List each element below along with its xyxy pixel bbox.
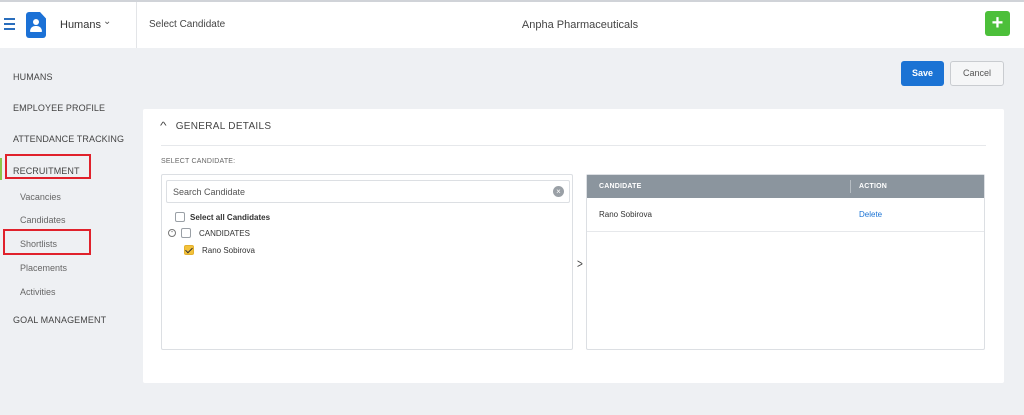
sidebar-item-attendance-tracking[interactable]: ATTENDANCE TRACKING: [13, 134, 124, 144]
company-name: Anpha Pharmaceuticals: [521, 19, 639, 31]
candidate-checkbox[interactable]: [184, 245, 194, 255]
select-candidate-label: SELECT CANDIDATE:: [161, 158, 236, 165]
sidebar-subitem-placements[interactable]: Placements: [20, 263, 67, 273]
sidebar-item-goal-management[interactable]: GOAL MANAGEMENT: [13, 315, 106, 325]
table-row: Rano Sobirova Delete: [587, 198, 984, 232]
delete-link[interactable]: Delete: [859, 210, 882, 219]
app-logo-icon: [26, 12, 46, 38]
top-bar: Humans ⌄ Select Candidate Anpha Pharmace…: [0, 0, 1024, 48]
active-nav-indicator: [0, 158, 2, 180]
candidate-name: Rano Sobirova: [202, 246, 255, 255]
section-title: GENERAL DETAILS: [175, 121, 272, 132]
sidebar: HUMANS EMPLOYEE PROFILE ATTENDANCE TRACK…: [0, 48, 136, 415]
column-header-action: ACTION: [859, 183, 888, 190]
column-separator: [850, 180, 851, 193]
save-button[interactable]: Save: [901, 61, 944, 86]
collapse-icon[interactable]: -: [168, 229, 176, 237]
highlight-box-recruitment: [5, 154, 91, 179]
row-candidate-name: Rano Sobirova: [599, 210, 652, 219]
sidebar-item-employee-profile[interactable]: EMPLOYEE PROFILE: [13, 103, 105, 113]
candidate-picker: × Select all Candidates - CANDIDATES Ran…: [161, 174, 573, 350]
add-button[interactable]: +: [985, 11, 1010, 36]
clear-icon[interactable]: ×: [553, 186, 564, 197]
select-all-checkbox[interactable]: [175, 212, 185, 222]
highlight-box-shortlists: [3, 229, 91, 255]
selected-candidates-table: CANDIDATE ACTION Rano Sobirova Delete: [586, 174, 985, 350]
search-input[interactable]: [167, 181, 547, 202]
page-title: Select Candidate: [149, 19, 226, 30]
general-details-card: ^ GENERAL DETAILS SELECT CANDIDATE: × Se…: [143, 109, 1004, 383]
candidates-group-label: CANDIDATES: [199, 229, 250, 238]
section-divider: [161, 145, 986, 146]
section-header[interactable]: ^ GENERAL DETAILS: [160, 121, 272, 132]
search-box: ×: [166, 180, 570, 203]
sidebar-item-humans[interactable]: HUMANS: [13, 72, 53, 82]
column-header-candidate: CANDIDATE: [599, 183, 642, 190]
menu-icon[interactable]: [4, 18, 15, 30]
candidates-group-checkbox[interactable]: [181, 228, 191, 238]
module-switcher-label[interactable]: Humans: [60, 19, 101, 31]
sidebar-subitem-vacancies[interactable]: Vacancies: [20, 192, 61, 202]
topbar-divider: [136, 2, 137, 48]
chevron-right-icon[interactable]: >: [577, 257, 583, 271]
sidebar-subitem-activities[interactable]: Activities: [20, 287, 56, 297]
cancel-button[interactable]: Cancel: [950, 61, 1004, 86]
brand-area: Humans ⌄: [0, 2, 136, 48]
chevron-up-icon[interactable]: ^: [160, 121, 167, 132]
select-all-label: Select all Candidates: [190, 213, 271, 222]
table-header: CANDIDATE ACTION: [587, 175, 984, 198]
sidebar-subitem-candidates[interactable]: Candidates: [20, 215, 66, 225]
chevron-down-icon[interactable]: ⌄: [103, 16, 111, 27]
